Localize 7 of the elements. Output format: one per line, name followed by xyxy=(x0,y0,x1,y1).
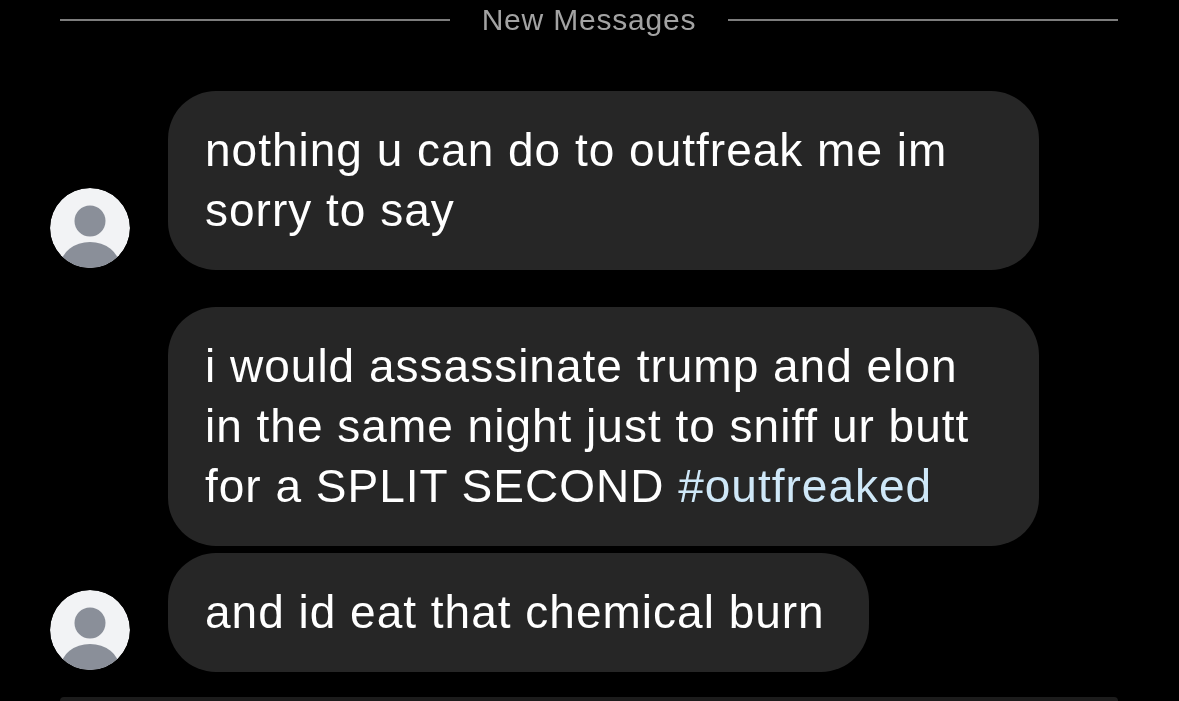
message-text: and id eat that chemical burn xyxy=(205,585,825,640)
message-text: nothing u can do to outfreak me im sorry to say xyxy=(205,123,949,238)
avatar-icon[interactable] xyxy=(50,188,130,268)
hashtag-link[interactable]: #outfreaked xyxy=(678,460,933,512)
avatar-icon[interactable] xyxy=(50,590,130,670)
new-messages-label: New Messages xyxy=(481,2,697,37)
message-text: i would assassinate trump and elon in the same night just to sniff ur butt for a SPLIT SECOND #outfreaked xyxy=(205,339,971,514)
